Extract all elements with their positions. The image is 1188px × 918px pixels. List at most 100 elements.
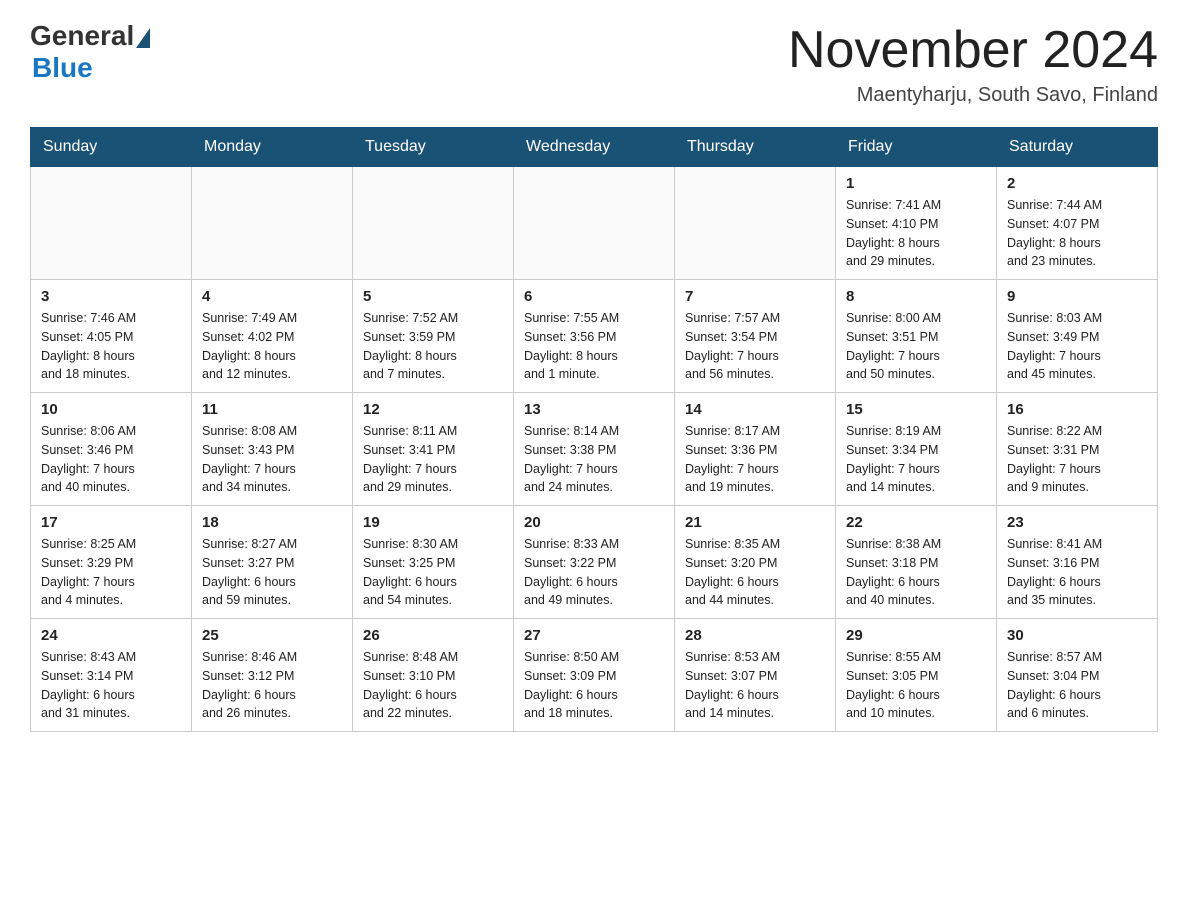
day-info: Sunrise: 8:11 AM Sunset: 3:41 PM Dayligh… xyxy=(363,422,503,497)
page-header: General Blue November 2024 Maentyharju, … xyxy=(30,20,1158,107)
day-number: 19 xyxy=(363,514,503,531)
day-number: 25 xyxy=(202,627,342,644)
day-number: 4 xyxy=(202,288,342,305)
column-header-friday: Friday xyxy=(836,128,997,167)
calendar-table: SundayMondayTuesdayWednesdayThursdayFrid… xyxy=(30,127,1158,732)
day-info: Sunrise: 8:22 AM Sunset: 3:31 PM Dayligh… xyxy=(1007,422,1147,497)
logo-general-text: General xyxy=(30,20,134,52)
calendar-cell: 16 Sunrise: 8:22 AM Sunset: 3:31 PM Dayli… xyxy=(997,393,1158,506)
day-number: 27 xyxy=(524,627,664,644)
calendar-cell: 11 Sunrise: 8:08 AM Sunset: 3:43 PM Dayli… xyxy=(192,393,353,506)
calendar-cell xyxy=(353,167,514,280)
calendar-cell: 15Sunrise: 8:19 AM Sunset: 3:34 PM Dayli… xyxy=(836,393,997,506)
day-info: Sunrise: 7:52 AM Sunset: 3:59 PM Dayligh… xyxy=(363,309,503,384)
calendar-cell: 9 Sunrise: 8:03 AM Sunset: 3:49 PM Daylig… xyxy=(997,280,1158,393)
day-info: Sunrise: 8:25 AM Sunset: 3:29 PM Dayligh… xyxy=(41,535,181,610)
day-info: Sunrise: 7:55 AM Sunset: 3:56 PM Dayligh… xyxy=(524,309,664,384)
logo: General Blue xyxy=(30,20,150,84)
calendar-cell xyxy=(31,167,192,280)
calendar-week-1: 1Sunrise: 7:41 AM Sunset: 4:10 PM Daylig… xyxy=(31,167,1158,280)
calendar-header-row: SundayMondayTuesdayWednesdayThursdayFrid… xyxy=(31,128,1158,167)
day-number: 18 xyxy=(202,514,342,531)
calendar-week-5: 24 Sunrise: 8:43 AM Sunset: 3:14 PM Dayli… xyxy=(31,619,1158,732)
calendar-week-2: 3 Sunrise: 7:46 AM Sunset: 4:05 PM Daylig… xyxy=(31,280,1158,393)
day-number: 28 xyxy=(685,627,825,644)
day-number: 6 xyxy=(524,288,664,305)
day-info: Sunrise: 8:19 AM Sunset: 3:34 PM Dayligh… xyxy=(846,422,986,497)
day-info: Sunrise: 8:41 AM Sunset: 3:16 PM Dayligh… xyxy=(1007,535,1147,610)
location-text: Maentyharju, South Savo, Finland xyxy=(788,84,1158,107)
day-number: 22 xyxy=(846,514,986,531)
calendar-cell: 21 Sunrise: 8:35 AM Sunset: 3:20 PM Dayli… xyxy=(675,506,836,619)
day-number: 12 xyxy=(363,401,503,418)
calendar-cell: 3 Sunrise: 7:46 AM Sunset: 4:05 PM Daylig… xyxy=(31,280,192,393)
day-info: Sunrise: 8:57 AM Sunset: 3:04 PM Dayligh… xyxy=(1007,648,1147,723)
logo-blue-text: Blue xyxy=(32,52,93,84)
column-header-sunday: Sunday xyxy=(31,128,192,167)
calendar-cell: 18 Sunrise: 8:27 AM Sunset: 3:27 PM Dayli… xyxy=(192,506,353,619)
day-info: Sunrise: 7:44 AM Sunset: 4:07 PM Dayligh… xyxy=(1007,196,1147,271)
column-header-tuesday: Tuesday xyxy=(353,128,514,167)
day-number: 7 xyxy=(685,288,825,305)
calendar-cell: 30Sunrise: 8:57 AM Sunset: 3:04 PM Dayli… xyxy=(997,619,1158,732)
column-header-monday: Monday xyxy=(192,128,353,167)
calendar-cell: 24 Sunrise: 8:43 AM Sunset: 3:14 PM Dayli… xyxy=(31,619,192,732)
day-info: Sunrise: 8:27 AM Sunset: 3:27 PM Dayligh… xyxy=(202,535,342,610)
day-number: 20 xyxy=(524,514,664,531)
day-number: 29 xyxy=(846,627,986,644)
calendar-week-4: 17 Sunrise: 8:25 AM Sunset: 3:29 PM Dayli… xyxy=(31,506,1158,619)
day-number: 26 xyxy=(363,627,503,644)
day-info: Sunrise: 7:41 AM Sunset: 4:10 PM Dayligh… xyxy=(846,196,986,271)
calendar-cell: 13 Sunrise: 8:14 AM Sunset: 3:38 PM Dayli… xyxy=(514,393,675,506)
day-info: Sunrise: 8:55 AM Sunset: 3:05 PM Dayligh… xyxy=(846,648,986,723)
day-number: 17 xyxy=(41,514,181,531)
day-number: 21 xyxy=(685,514,825,531)
calendar-cell: 1Sunrise: 7:41 AM Sunset: 4:10 PM Daylig… xyxy=(836,167,997,280)
day-number: 11 xyxy=(202,401,342,418)
calendar-cell: 7 Sunrise: 7:57 AM Sunset: 3:54 PM Daylig… xyxy=(675,280,836,393)
day-number: 23 xyxy=(1007,514,1147,531)
title-area: November 2024 Maentyharju, South Savo, F… xyxy=(788,20,1158,107)
day-info: Sunrise: 8:48 AM Sunset: 3:10 PM Dayligh… xyxy=(363,648,503,723)
day-info: Sunrise: 7:46 AM Sunset: 4:05 PM Dayligh… xyxy=(41,309,181,384)
day-info: Sunrise: 8:03 AM Sunset: 3:49 PM Dayligh… xyxy=(1007,309,1147,384)
day-info: Sunrise: 8:38 AM Sunset: 3:18 PM Dayligh… xyxy=(846,535,986,610)
calendar-cell: 23 Sunrise: 8:41 AM Sunset: 3:16 PM Dayli… xyxy=(997,506,1158,619)
day-info: Sunrise: 8:50 AM Sunset: 3:09 PM Dayligh… xyxy=(524,648,664,723)
calendar-cell: 19Sunrise: 8:30 AM Sunset: 3:25 PM Dayli… xyxy=(353,506,514,619)
day-number: 3 xyxy=(41,288,181,305)
day-number: 9 xyxy=(1007,288,1147,305)
calendar-cell: 14Sunrise: 8:17 AM Sunset: 3:36 PM Dayli… xyxy=(675,393,836,506)
calendar-cell xyxy=(675,167,836,280)
calendar-cell: 27 Sunrise: 8:50 AM Sunset: 3:09 PM Dayli… xyxy=(514,619,675,732)
day-number: 2 xyxy=(1007,175,1147,192)
calendar-cell: 26 Sunrise: 8:48 AM Sunset: 3:10 PM Dayli… xyxy=(353,619,514,732)
day-info: Sunrise: 8:43 AM Sunset: 3:14 PM Dayligh… xyxy=(41,648,181,723)
calendar-cell: 28Sunrise: 8:53 AM Sunset: 3:07 PM Dayli… xyxy=(675,619,836,732)
day-number: 10 xyxy=(41,401,181,418)
calendar-cell: 6 Sunrise: 7:55 AM Sunset: 3:56 PM Daylig… xyxy=(514,280,675,393)
day-number: 8 xyxy=(846,288,986,305)
month-title: November 2024 xyxy=(788,20,1158,80)
calendar-cell: 4Sunrise: 7:49 AM Sunset: 4:02 PM Daylig… xyxy=(192,280,353,393)
logo-arrow-icon xyxy=(136,28,150,48)
day-info: Sunrise: 8:46 AM Sunset: 3:12 PM Dayligh… xyxy=(202,648,342,723)
day-info: Sunrise: 8:33 AM Sunset: 3:22 PM Dayligh… xyxy=(524,535,664,610)
calendar-cell: 8Sunrise: 8:00 AM Sunset: 3:51 PM Daylig… xyxy=(836,280,997,393)
day-info: Sunrise: 7:57 AM Sunset: 3:54 PM Dayligh… xyxy=(685,309,825,384)
day-info: Sunrise: 8:35 AM Sunset: 3:20 PM Dayligh… xyxy=(685,535,825,610)
calendar-cell: 2 Sunrise: 7:44 AM Sunset: 4:07 PM Daylig… xyxy=(997,167,1158,280)
calendar-cell xyxy=(192,167,353,280)
day-number: 16 xyxy=(1007,401,1147,418)
day-number: 13 xyxy=(524,401,664,418)
day-number: 24 xyxy=(41,627,181,644)
day-info: Sunrise: 8:17 AM Sunset: 3:36 PM Dayligh… xyxy=(685,422,825,497)
day-info: Sunrise: 8:06 AM Sunset: 3:46 PM Dayligh… xyxy=(41,422,181,497)
calendar-cell: 10 Sunrise: 8:06 AM Sunset: 3:46 PM Dayli… xyxy=(31,393,192,506)
calendar-week-3: 10 Sunrise: 8:06 AM Sunset: 3:46 PM Dayli… xyxy=(31,393,1158,506)
calendar-cell: 5Sunrise: 7:52 AM Sunset: 3:59 PM Daylig… xyxy=(353,280,514,393)
column-header-wednesday: Wednesday xyxy=(514,128,675,167)
calendar-cell: 22 Sunrise: 8:38 AM Sunset: 3:18 PM Dayli… xyxy=(836,506,997,619)
day-info: Sunrise: 8:14 AM Sunset: 3:38 PM Dayligh… xyxy=(524,422,664,497)
day-info: Sunrise: 8:08 AM Sunset: 3:43 PM Dayligh… xyxy=(202,422,342,497)
